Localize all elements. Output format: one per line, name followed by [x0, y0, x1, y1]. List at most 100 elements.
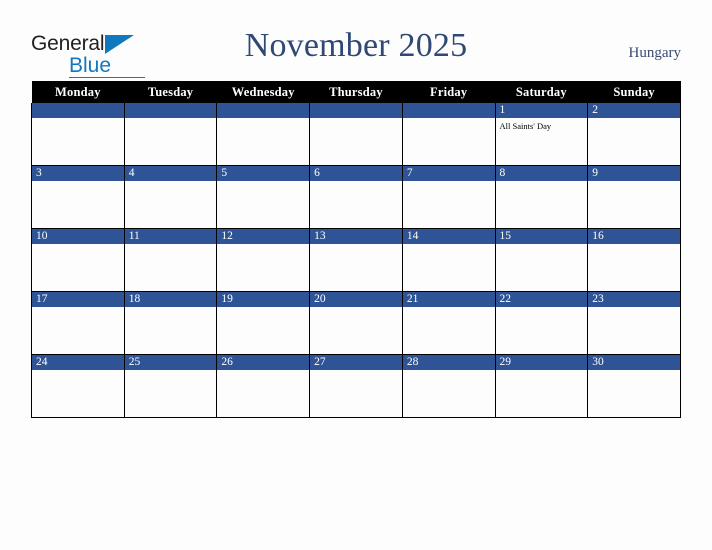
calendar-day-cell[interactable]: 13 — [309, 228, 403, 292]
day-number: 28 — [402, 355, 495, 370]
day-events — [496, 181, 588, 184]
day-number: 8 — [495, 166, 588, 181]
day-number: 1 — [495, 103, 588, 118]
calendar-week-row: 1 All Saints' Day 2 — [31, 103, 681, 166]
day-number: 29 — [495, 355, 588, 370]
day-number: 30 — [588, 355, 680, 370]
day-number: 15 — [495, 229, 588, 244]
calendar-day-cell[interactable]: 2 — [587, 103, 681, 166]
weekday-header-friday: Friday — [402, 81, 496, 103]
calendar-day-cell[interactable]: 17 — [31, 291, 125, 355]
calendar-day-cell[interactable]: 6 — [309, 165, 403, 229]
calendar-day-cell[interactable]: 22 — [494, 291, 589, 355]
calendar-empty-cell — [401, 103, 496, 166]
day-events — [32, 181, 124, 184]
calendar-week-row: 3456789 — [31, 165, 681, 229]
weekday-header-row: Monday Tuesday Wednesday Thursday Friday… — [31, 81, 681, 103]
day-events — [32, 118, 124, 121]
day-number — [32, 103, 124, 118]
day-events — [403, 307, 495, 310]
day-number: 22 — [495, 292, 588, 307]
day-number: 2 — [588, 103, 680, 118]
calendar-day-cell[interactable]: 12 — [216, 228, 311, 292]
calendar-grid: Monday Tuesday Wednesday Thursday Friday… — [31, 81, 681, 418]
day-events — [310, 307, 402, 310]
day-events — [403, 118, 495, 121]
day-events — [217, 244, 309, 247]
calendar-day-cell[interactable]: 3 — [31, 165, 125, 229]
weekday-header-thursday: Thursday — [309, 81, 403, 103]
calendar-day-cell[interactable]: 5 — [216, 165, 311, 229]
day-events — [310, 118, 402, 121]
day-number: 26 — [217, 355, 310, 370]
day-events — [32, 370, 124, 373]
day-events — [588, 244, 680, 247]
calendar-day-cell[interactable]: 24 — [31, 354, 125, 418]
day-number: 13 — [310, 229, 402, 244]
logo-underline — [69, 77, 145, 78]
calendar-empty-cell — [31, 103, 125, 166]
country-label: Hungary — [628, 45, 682, 61]
day-events — [125, 307, 217, 310]
calendar-day-cell[interactable]: 14 — [401, 228, 496, 292]
weekday-header-monday: Monday — [31, 81, 125, 103]
day-number: 16 — [588, 229, 680, 244]
calendar-body: 1 All Saints' Day 2 3 4 5 6 7 8 9 10 11 12 13 14 15 16 17… — [31, 103, 681, 418]
calendar-empty-cell — [309, 103, 403, 166]
day-number: 9 — [588, 166, 680, 181]
calendar-day-cell[interactable]: 16 — [587, 228, 681, 292]
calendar-day-cell[interactable]: 19 — [216, 291, 311, 355]
holiday-label: All Saints' Day — [499, 121, 552, 131]
day-events: All Saints' Day — [496, 118, 588, 132]
calendar-day-cell[interactable]: 7 — [401, 165, 496, 229]
calendar-day-cell[interactable]: 10 — [31, 228, 125, 292]
day-number: 17 — [32, 292, 124, 307]
calendar-day-cell[interactable]: 25 — [123, 354, 218, 418]
day-number — [217, 103, 310, 118]
day-number: 18 — [124, 292, 217, 307]
calendar-empty-cell — [216, 103, 311, 166]
weekday-header-sunday: Sunday — [587, 81, 681, 103]
calendar-day-cell[interactable]: 11 — [123, 228, 218, 292]
weekday-header-wednesday: Wednesday — [216, 81, 310, 103]
calendar-day-cell[interactable]: 21 — [401, 291, 496, 355]
day-number: 5 — [217, 166, 310, 181]
calendar-day-cell[interactable]: 28 — [401, 354, 496, 418]
day-events — [310, 244, 402, 247]
day-number: 7 — [402, 166, 495, 181]
day-number — [310, 103, 402, 118]
calendar-day-cell[interactable]: 8 — [494, 165, 589, 229]
calendar-empty-cell — [123, 103, 218, 166]
calendar-day-cell[interactable]: 29 — [494, 354, 589, 418]
day-number — [402, 103, 495, 118]
calendar-day-cell[interactable]: 20 — [309, 291, 403, 355]
calendar-day-cell[interactable]: 30 — [587, 354, 681, 418]
day-events — [496, 370, 588, 373]
day-events — [403, 244, 495, 247]
calendar-day-cell[interactable]: 4 — [123, 165, 218, 229]
day-number: 24 — [32, 355, 124, 370]
day-number — [124, 103, 217, 118]
page-header: General Blue November 2025 Hungary — [0, 0, 712, 81]
calendar-day-cell[interactable]: 26 — [216, 354, 311, 418]
day-events — [125, 244, 217, 247]
day-events — [403, 181, 495, 184]
day-number: 6 — [310, 166, 402, 181]
calendar-week-row: 24 25 26 27 28 29 30 — [31, 354, 681, 418]
calendar-day-cell[interactable]: 18 — [123, 291, 218, 355]
day-events — [32, 244, 124, 247]
day-events — [217, 307, 309, 310]
day-number: 4 — [124, 166, 217, 181]
day-events — [496, 307, 588, 310]
day-events — [125, 118, 217, 121]
calendar-day-cell[interactable]: 1 All Saints' Day — [494, 103, 589, 166]
calendar-day-cell[interactable]: 9 — [587, 165, 681, 229]
day-number: 27 — [310, 355, 402, 370]
calendar-day-cell[interactable]: 23 — [587, 291, 681, 355]
calendar-day-cell[interactable]: 27 — [309, 354, 403, 418]
weekday-header-tuesday: Tuesday — [124, 81, 217, 103]
calendar-day-cell[interactable]: 15 — [494, 228, 589, 292]
day-events — [125, 181, 217, 184]
day-number: 19 — [217, 292, 310, 307]
day-events — [496, 244, 588, 247]
